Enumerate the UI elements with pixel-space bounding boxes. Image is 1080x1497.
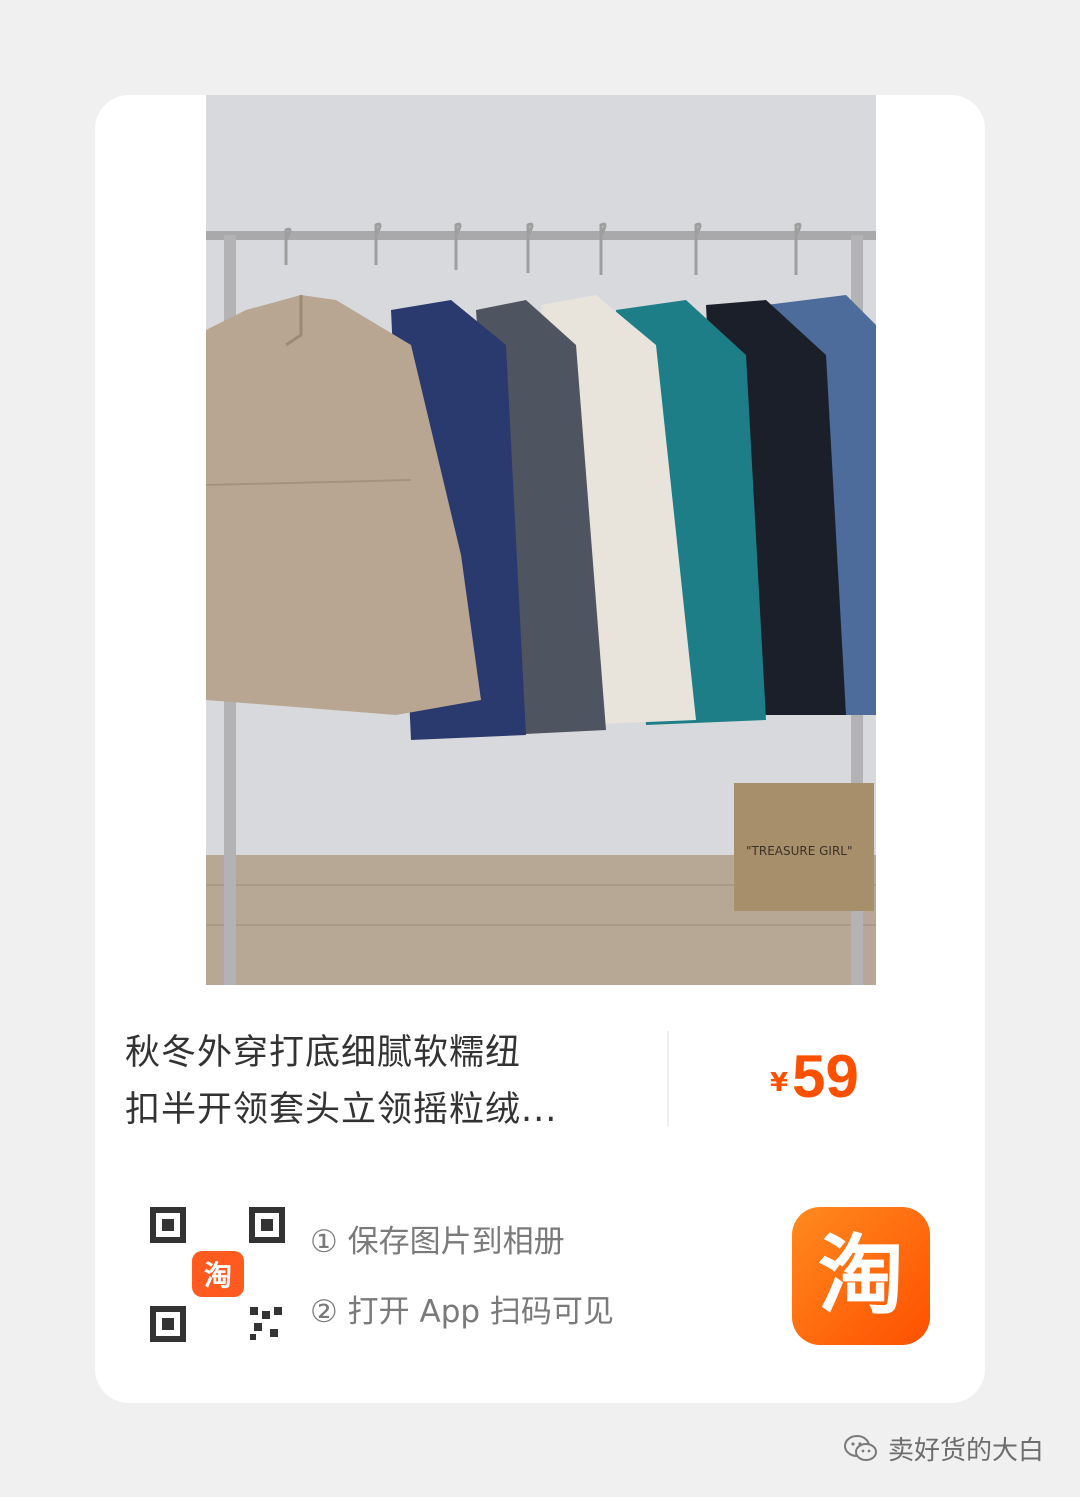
product-price: ¥59 bbox=[770, 1042, 859, 1111]
qr-badge-text: 淘 bbox=[204, 1259, 232, 1292]
product-share-card: "TREASURE GIRL" 秋冬外穿打底细腻软糯纽 扣半开领套头立领摇粒绒.… bbox=[95, 95, 985, 1403]
step-open-app: ② 打开 App 扫码可见 bbox=[310, 1294, 614, 1330]
product-photo[interactable]: "TREASURE GIRL" bbox=[206, 95, 876, 985]
bag-text: "TREASURE GIRL" bbox=[746, 844, 853, 858]
taobao-logo-icon[interactable]: 淘 bbox=[792, 1207, 930, 1345]
watermark-text: 卖好货的大白 bbox=[887, 1436, 1044, 1466]
product-title[interactable]: 秋冬外穿打底细腻软糯纽 扣半开领套头立领摇粒绒... bbox=[125, 1025, 645, 1139]
divider bbox=[667, 1031, 669, 1126]
qr-code[interactable]: 淘 bbox=[150, 1207, 285, 1342]
price-value: 59 bbox=[792, 1043, 859, 1110]
taobao-logo-text: 淘 bbox=[818, 1226, 904, 1326]
wechat-icon bbox=[843, 1434, 877, 1461]
step-save-image: ① 保存图片到相册 bbox=[310, 1224, 565, 1260]
share-instructions: ① 保存图片到相册 ② 打开 App 扫码可见 bbox=[310, 1213, 614, 1353]
qr-code-icon: 淘 bbox=[150, 1207, 285, 1342]
clothes-rack-image: "TREASURE GIRL" bbox=[206, 95, 876, 985]
account-watermark: 卖好货的大白 bbox=[843, 1430, 1044, 1467]
currency-symbol: ¥ bbox=[770, 1068, 789, 1098]
